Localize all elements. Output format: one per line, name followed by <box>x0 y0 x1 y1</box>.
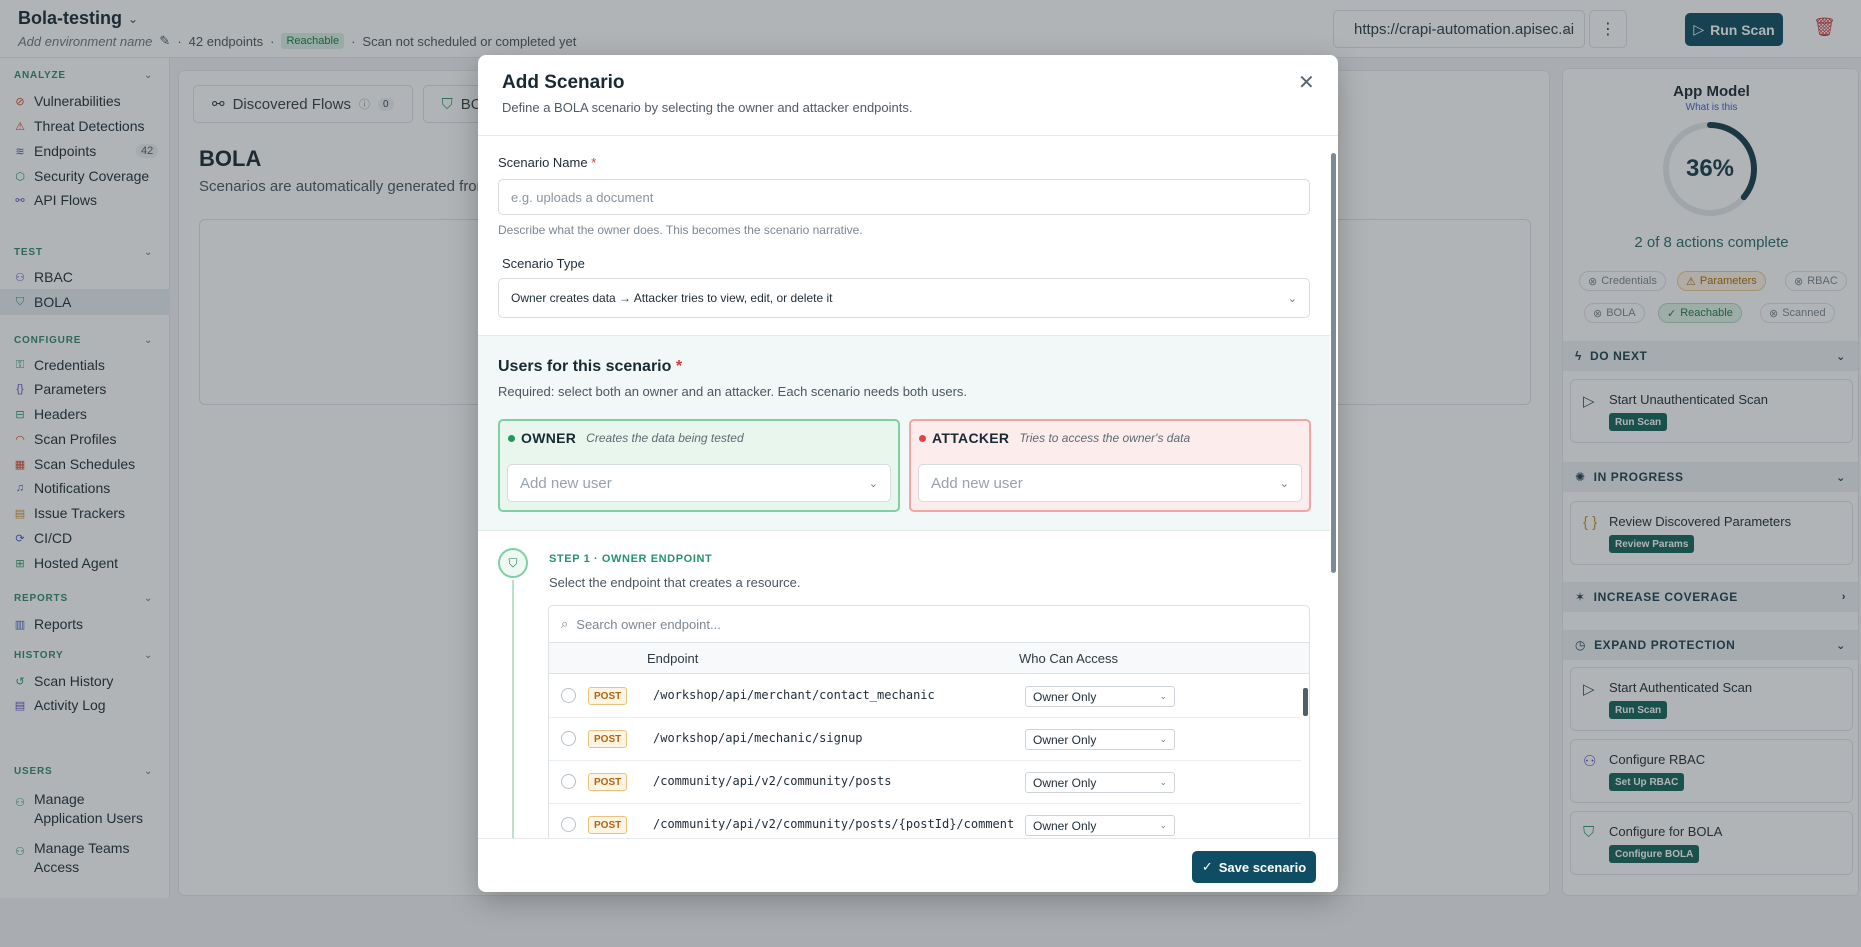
attacker-label: ATTACKER <box>932 430 1010 446</box>
table-row[interactable]: POST /workshop/api/mechanic/signup Owner… <box>549 718 1301 761</box>
chevron-down-icon: ⌄ <box>1159 777 1167 787</box>
attacker-dot <box>919 434 926 442</box>
label-text: Scenario Name <box>498 155 588 170</box>
table-scrollbar-thumb[interactable] <box>1303 688 1308 716</box>
modal-footer: ✓ Save scenario <box>478 838 1338 892</box>
method-badge: POST <box>588 773 628 791</box>
row-radio[interactable] <box>561 731 576 746</box>
endpoint-path: /workshop/api/merchant/contact_mechanic <box>653 688 935 702</box>
chevron-down-icon: ⌄ <box>868 477 878 490</box>
select-value: Owner creates data → Attacker tries to v… <box>511 291 833 305</box>
modal-title: Add Scenario <box>502 72 625 93</box>
step-subtitle: Select the endpoint that creates a resou… <box>549 575 801 590</box>
access-value: Owner Only <box>1033 732 1097 747</box>
users-title: Users for this scenario * <box>498 358 682 376</box>
save-scenario-button[interactable]: ✓ Save scenario <box>1192 851 1316 883</box>
save-scenario-label: Save scenario <box>1218 859 1307 875</box>
check-circle-icon: ✓ <box>1201 859 1213 874</box>
method-badge: POST <box>588 687 628 705</box>
chevron-down-icon: ⌄ <box>1279 477 1289 490</box>
chevron-down-icon: ⌄ <box>1287 292 1297 305</box>
step-title: STEP 1 · OWNER ENDPOINT <box>549 553 713 565</box>
access-select[interactable]: Owner Only ⌄ <box>1025 729 1175 750</box>
endpoint-path: /community/api/v2/community/posts/{postI… <box>653 817 1015 831</box>
table-row[interactable]: POST /community/api/v2/community/posts O… <box>549 761 1301 804</box>
column-endpoint: Endpoint <box>647 651 699 666</box>
modal-scrollbar-thumb[interactable] <box>1331 153 1336 573</box>
scenario-type-label: Scenario Type <box>502 256 585 271</box>
users-subtitle: Required: select both an owner and an at… <box>498 384 968 399</box>
method-badge: POST <box>588 730 628 748</box>
table-row[interactable]: POST /workshop/api/merchant/contact_mech… <box>549 675 1301 718</box>
required-asterisk: * <box>591 155 597 170</box>
scenario-name-input[interactable]: e.g. uploads a document <box>498 179 1310 215</box>
access-select[interactable]: Owner Only ⌄ <box>1025 772 1175 793</box>
endpoint-path: /workshop/api/mechanic/signup <box>653 731 863 745</box>
owner-description: Creates the data being tested <box>586 431 744 445</box>
owner-user-select[interactable]: Add new user ⌄ <box>507 464 891 502</box>
access-value: Owner Only <box>1033 689 1097 704</box>
method-badge: POST <box>588 816 628 834</box>
close-icon[interactable]: ✕ <box>1298 70 1315 95</box>
search-placeholder: Search owner endpoint... <box>576 616 721 632</box>
row-radio[interactable] <box>561 774 576 789</box>
chevron-down-icon: ⌄ <box>1159 820 1167 830</box>
row-radio[interactable] <box>561 688 576 703</box>
users-section: Users for this scenario * Required: sele… <box>478 335 1330 531</box>
endpoint-search-input[interactable]: ⌕ Search owner endpoint... <box>549 606 1309 643</box>
input-placeholder: e.g. uploads a document <box>511 189 654 205</box>
table-header: Endpoint Who Can Access <box>549 643 1309 674</box>
shield-check-icon: ⛉ <box>498 548 528 578</box>
scenario-type-select[interactable]: Owner creates data → Attacker tries to v… <box>498 278 1310 318</box>
access-value: Owner Only <box>1033 818 1097 833</box>
users-title-text: Users for this scenario <box>498 358 672 375</box>
attacker-description: Tries to access the owner's data <box>1019 431 1191 445</box>
row-radio[interactable] <box>561 817 576 832</box>
select-placeholder: Add new user <box>931 474 1023 492</box>
access-select[interactable]: Owner Only ⌄ <box>1025 815 1175 836</box>
owner-dot <box>508 434 515 442</box>
access-select[interactable]: Owner Only ⌄ <box>1025 686 1175 707</box>
attacker-user-select[interactable]: Add new user ⌄ <box>918 464 1302 502</box>
attacker-header: ATTACKER Tries to access the owner's dat… <box>919 430 1190 446</box>
divider <box>478 135 1338 136</box>
attacker-box: ATTACKER Tries to access the owner's dat… <box>909 419 1311 512</box>
scenario-name-label: Scenario Name * <box>498 155 596 170</box>
access-value: Owner Only <box>1033 775 1097 790</box>
add-scenario-modal: Add Scenario Define a BOLA scenario by s… <box>478 55 1338 892</box>
owner-header: OWNER Creates the data being tested <box>508 430 744 446</box>
select-placeholder: Add new user <box>520 474 612 492</box>
chevron-down-icon: ⌄ <box>1159 734 1167 744</box>
search-icon: ⌕ <box>561 616 569 631</box>
endpoint-path: /community/api/v2/community/posts <box>653 774 892 788</box>
owner-label: OWNER <box>521 430 577 446</box>
chevron-down-icon: ⌄ <box>1159 691 1167 701</box>
scenario-name-hint: Describe what the owner does. This becom… <box>498 223 863 237</box>
column-who-can-access: Who Can Access <box>1019 651 1118 666</box>
owner-box: OWNER Creates the data being tested Add … <box>498 419 900 512</box>
modal-subtitle: Define a BOLA scenario by selecting the … <box>502 100 913 115</box>
required-asterisk: * <box>675 358 683 375</box>
